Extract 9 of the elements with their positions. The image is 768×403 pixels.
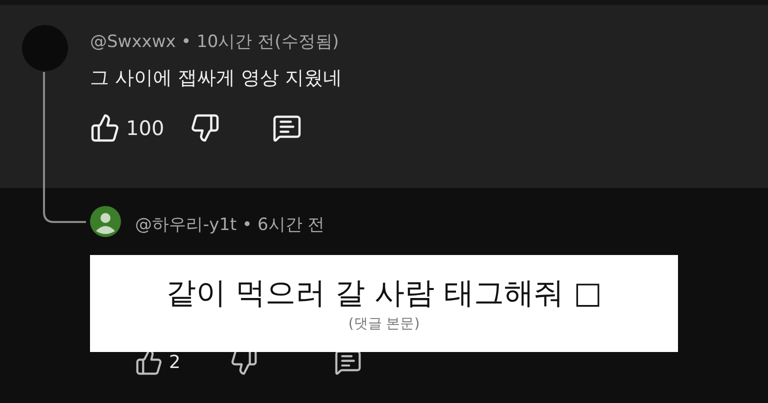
- like-count: 100: [126, 116, 164, 140]
- reply-header: @하우리-y1t • 6시간 전: [135, 214, 325, 236]
- caption-note: (댓글 본문): [348, 314, 420, 332]
- caption-text: 같이 먹으러 갈 사람 태그해줘 □: [166, 274, 602, 312]
- reply-button[interactable]: [272, 113, 302, 143]
- comment-header: @Swxxwx • 10시간 전(수정됨): [90, 31, 340, 53]
- like-count: 2: [169, 352, 180, 372]
- comment-text: 그 사이에 잽싸게 영상 지웠네: [90, 66, 342, 91]
- avatar-icon[interactable]: [90, 206, 121, 237]
